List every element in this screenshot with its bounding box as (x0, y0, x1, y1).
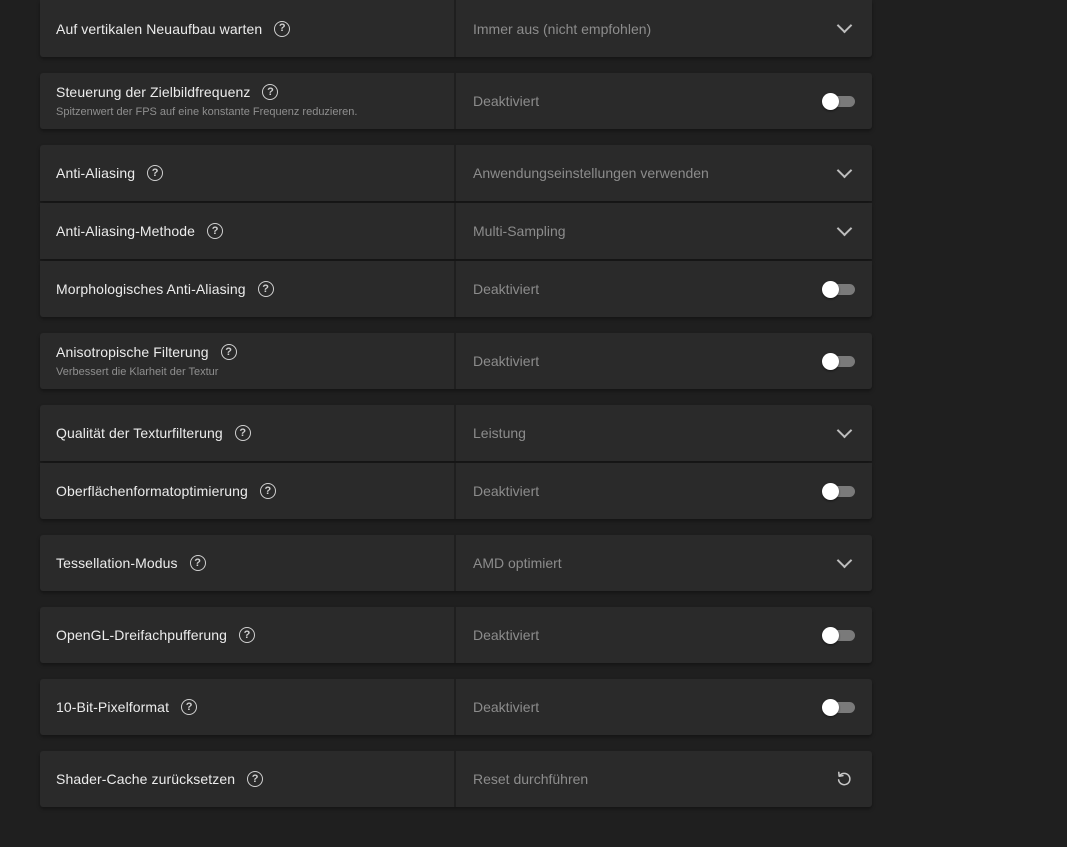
toggle-switch[interactable] (822, 280, 855, 298)
help-icon[interactable]: ? (274, 20, 291, 37)
toggle-switch[interactable] (822, 698, 855, 716)
setting-label: Tessellation-Modus (56, 555, 178, 571)
dropdown-value: Multi-Sampling (473, 223, 566, 239)
chevron-down-icon (836, 162, 853, 178)
setting-dropdown[interactable]: Immer aus (nicht empfohlen) (456, 0, 872, 57)
setting-dropdown[interactable]: Anwendungseinstellungen verwenden (456, 145, 872, 201)
setting-label: Qualität der Texturfilterung (56, 425, 223, 441)
setting-label-cell: Anti-Aliasing-Methode ? (40, 203, 456, 259)
setting-row-shader-cache-reset: Shader-Cache zurücksetzen ? Reset durchf… (40, 751, 872, 807)
setting-label: 10-Bit-Pixelformat (56, 699, 170, 715)
toggle-knob (822, 698, 839, 716)
setting-label-cell: Steuerung der Zielbildfrequenz ? Spitzen… (40, 73, 456, 129)
setting-toggle-cell: Deaktiviert (456, 73, 872, 129)
chevron-down-icon (836, 552, 853, 568)
setting-label: OpenGL-Dreifachpufferung (56, 627, 228, 643)
setting-row-anisotropic-filtering: Anisotropische Filterung ? Verbessert di… (40, 333, 872, 389)
setting-label: Anti-Aliasing (56, 165, 136, 181)
help-icon[interactable]: ? (189, 555, 206, 571)
dropdown-value: Leistung (473, 425, 526, 441)
setting-row-texture-filtering-quality: Qualität der Texturfilterung ? Leistung (40, 405, 872, 461)
setting-label-cell: Auf vertikalen Neuaufbau warten ? (40, 0, 456, 57)
setting-label-cell: Shader-Cache zurücksetzen ? (40, 751, 456, 807)
setting-row-surface-format-optimization: Oberflächenformatoptimierung ? Deaktivie… (40, 463, 872, 519)
help-icon[interactable]: ? (262, 84, 279, 100)
toggle-status: Deaktiviert (473, 483, 540, 499)
setting-row-morphological-aa: Morphologisches Anti-Aliasing ? Deaktivi… (40, 261, 872, 317)
dropdown-value: Anwendungseinstellungen verwenden (473, 165, 709, 181)
setting-description: Spitzenwert der FPS auf eine konstante F… (56, 106, 358, 118)
help-icon[interactable]: ? (220, 344, 237, 360)
setting-row-opengl-triple-buffering: OpenGL-Dreifachpufferung ? Deaktiviert (40, 607, 872, 663)
setting-dropdown[interactable]: AMD optimiert (456, 535, 872, 591)
setting-label: Anti-Aliasing-Methode (56, 223, 196, 239)
help-icon[interactable]: ? (259, 483, 276, 499)
toggle-status: Deaktiviert (473, 627, 540, 643)
setting-label-cell: Qualität der Texturfilterung ? (40, 405, 456, 461)
setting-label-cell: Tessellation-Modus ? (40, 535, 456, 591)
toggle-knob (822, 92, 839, 110)
toggle-switch[interactable] (822, 92, 855, 110)
toggle-switch[interactable] (822, 352, 855, 370)
setting-label: Morphologisches Anti-Aliasing (56, 281, 246, 297)
toggle-switch[interactable] (822, 626, 855, 644)
dropdown-value: AMD optimiert (473, 555, 562, 571)
setting-dropdown[interactable]: Multi-Sampling (456, 203, 872, 259)
reset-label: Reset durchführen (473, 771, 589, 787)
setting-label: Anisotropische Filterung (56, 344, 209, 360)
help-icon[interactable]: ? (257, 281, 274, 297)
setting-label-cell: Oberflächenformatoptimierung ? (40, 463, 456, 519)
setting-label: Steuerung der Zielbildfrequenz (56, 84, 251, 100)
setting-label-cell: Anisotropische Filterung ? Verbessert di… (40, 333, 456, 389)
toggle-knob (822, 482, 839, 500)
toggle-status: Deaktiviert (473, 699, 540, 715)
toggle-switch[interactable] (822, 482, 855, 500)
toggle-status: Deaktiviert (473, 353, 540, 369)
dropdown-value: Immer aus (nicht empfohlen) (473, 20, 652, 37)
setting-row-vsync: Auf vertikalen Neuaufbau warten ? Immer … (40, 0, 872, 57)
setting-row-anti-aliasing-method: Anti-Aliasing-Methode ? Multi-Sampling (40, 203, 872, 259)
setting-label: Oberflächenformatoptimierung (56, 483, 248, 499)
setting-toggle-cell: Deaktiviert (456, 679, 872, 735)
toggle-knob (822, 352, 839, 370)
setting-description: Verbessert die Klarheit der Textur (56, 366, 219, 378)
setting-label-cell: Morphologisches Anti-Aliasing ? (40, 261, 456, 317)
setting-label: Shader-Cache zurücksetzen (56, 771, 236, 787)
setting-row-tessellation-mode: Tessellation-Modus ? AMD optimiert (40, 535, 872, 591)
help-icon[interactable]: ? (207, 223, 224, 239)
setting-row-frame-rate-target: Steuerung der Zielbildfrequenz ? Spitzen… (40, 73, 872, 129)
help-icon[interactable]: ? (147, 165, 164, 181)
chevron-down-icon (836, 220, 853, 236)
setting-toggle-cell: Deaktiviert (456, 261, 872, 317)
setting-dropdown[interactable]: Leistung (456, 405, 872, 461)
toggle-status: Deaktiviert (473, 281, 540, 297)
graphics-settings-panel: Auf vertikalen Neuaufbau warten ? Immer … (0, 0, 1067, 847)
reset-action-button[interactable]: Reset durchführen (456, 751, 872, 807)
help-icon[interactable]: ? (181, 699, 198, 715)
setting-toggle-cell: Deaktiviert (456, 463, 872, 519)
toggle-status: Deaktiviert (473, 93, 540, 109)
toggle-knob (822, 626, 839, 644)
setting-label-cell: 10-Bit-Pixelformat ? (40, 679, 456, 735)
setting-row-anti-aliasing: Anti-Aliasing ? Anwendungseinstellungen … (40, 145, 872, 201)
chevron-down-icon (836, 422, 853, 438)
help-icon[interactable]: ? (239, 627, 256, 643)
setting-toggle-cell: Deaktiviert (456, 607, 872, 663)
setting-row-10-bit-pixel-format: 10-Bit-Pixelformat ? Deaktiviert (40, 679, 872, 735)
toggle-knob (822, 280, 839, 298)
help-icon[interactable]: ? (234, 425, 251, 441)
setting-toggle-cell: Deaktiviert (456, 333, 872, 389)
setting-label-cell: OpenGL-Dreifachpufferung ? (40, 607, 456, 663)
setting-label-cell: Anti-Aliasing ? (40, 145, 456, 201)
setting-label: Auf vertikalen Neuaufbau warten (56, 20, 263, 37)
help-icon[interactable]: ? (247, 771, 264, 787)
reset-arrow-icon (837, 771, 851, 786)
chevron-down-icon (836, 17, 853, 34)
